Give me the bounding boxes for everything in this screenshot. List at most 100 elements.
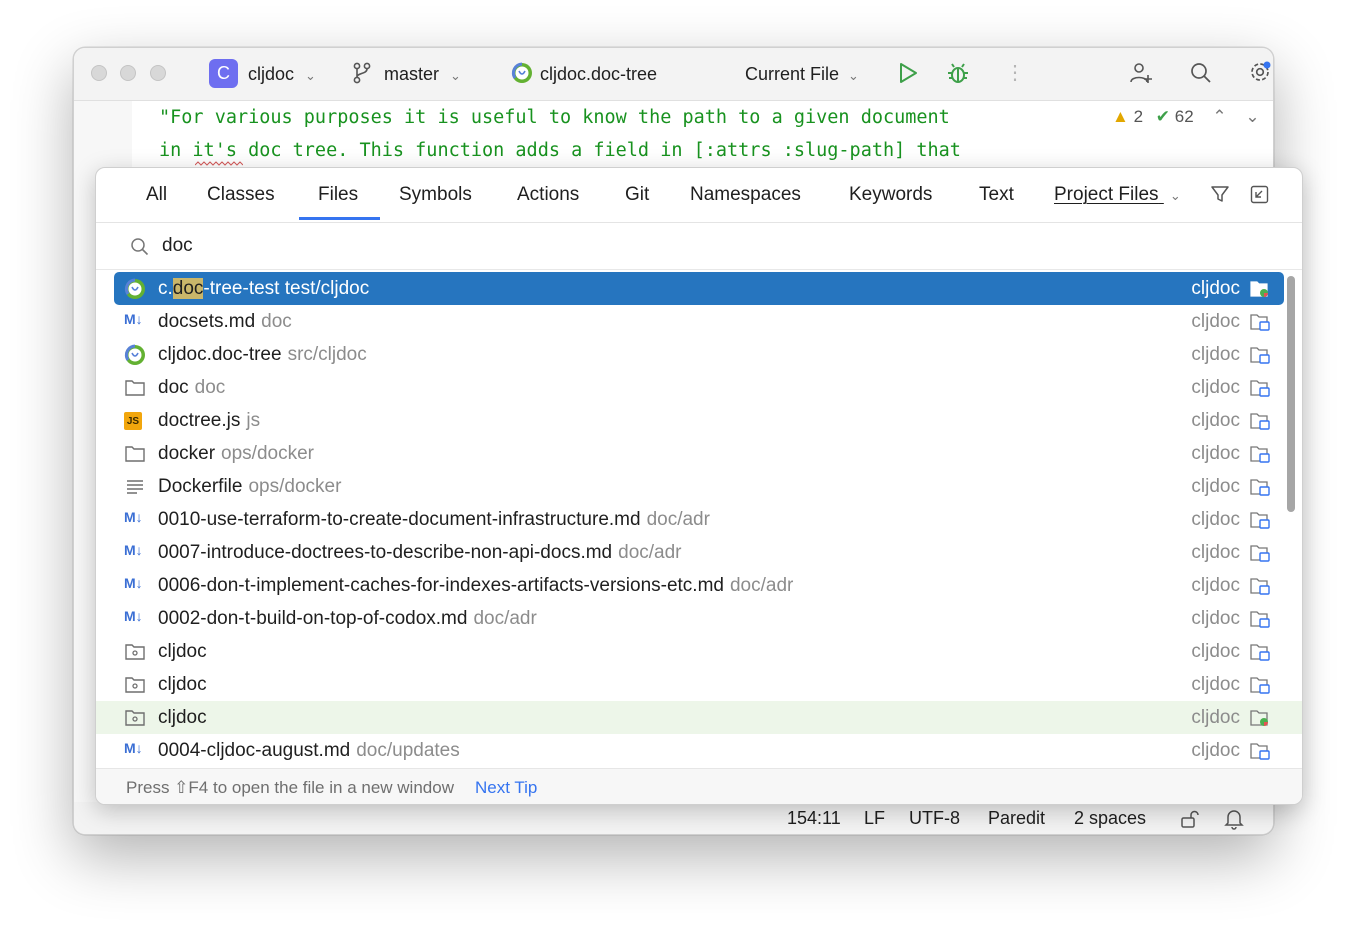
result-module: cljdoc (1191, 344, 1240, 365)
result-module: cljdoc (1191, 377, 1240, 398)
tab-all[interactable]: All (146, 184, 167, 206)
project-selector[interactable]: cljdoc ⌄ (248, 64, 316, 85)
branch-selector[interactable]: master ⌄ (384, 64, 461, 85)
open-in-tool-window-icon[interactable] (1250, 185, 1269, 204)
run-config-selector[interactable]: Current File ⌄ (745, 64, 859, 85)
module-folder-icon (1250, 413, 1270, 430)
result-name: cljdoc (158, 707, 207, 728)
markdown-icon: M↓ (124, 311, 143, 327)
result-module: cljdoc (1191, 509, 1240, 530)
result-name: doctree.js js (158, 410, 261, 431)
file-encoding[interactable]: UTF-8 (909, 808, 960, 829)
markdown-icon: M↓ (124, 509, 143, 525)
git-branch-icon (353, 62, 371, 84)
chevron-down-icon[interactable]: ⌄ (1245, 107, 1259, 126)
tab-actions[interactable]: Actions (517, 184, 579, 206)
module-test-icon (1250, 710, 1268, 726)
module-folder-icon (1250, 611, 1270, 628)
settings-icon[interactable] (1248, 60, 1272, 84)
results-scrollbar[interactable] (1287, 276, 1295, 512)
search-tabs: All Classes Files Symbols Actions Git Na… (96, 168, 1302, 223)
folder-icon (125, 380, 145, 396)
result-row[interactable]: M↓ docsets.md doc cljdoc (114, 305, 1284, 338)
result-row[interactable]: M↓ 0004-cljdoc-august.md doc/updates cljd… (114, 734, 1284, 767)
result-row[interactable]: doc doc cljdoc (114, 371, 1284, 404)
result-module: cljdoc (1191, 575, 1240, 596)
result-name: 0002-don-t-build-on-top-of-codox.md doc/a… (158, 608, 537, 629)
result-row[interactable]: cljdoc cljdoc (96, 701, 1302, 734)
clojure-icon (124, 344, 145, 365)
result-module: cljdoc (1191, 542, 1240, 563)
filter-icon[interactable] (1210, 184, 1230, 204)
result-row[interactable]: JS doctree.js js cljdoc (114, 404, 1284, 437)
status-bar: 154:11 LF UTF-8 Paredit 2 spaces (74, 802, 1273, 834)
js-icon: JS (124, 412, 142, 430)
result-module: cljdoc (1191, 674, 1240, 695)
result-row[interactable]: M↓ 0006-don-t-implement-caches-for-index… (114, 569, 1284, 602)
folder-icon (125, 446, 145, 462)
module-folder-icon (1250, 347, 1270, 364)
chevron-down-icon: ⌄ (1169, 188, 1181, 203)
tab-files[interactable]: Files (318, 184, 358, 206)
close-window-button[interactable] (91, 65, 107, 81)
notifications-icon[interactable] (1224, 808, 1244, 830)
result-row[interactable]: docker ops/docker cljdoc (114, 437, 1284, 470)
indent-setting[interactable]: 2 spaces (1074, 808, 1146, 829)
search-input[interactable]: doc (162, 235, 193, 257)
clojure-icon (124, 278, 145, 299)
chevron-up-icon[interactable]: ⌃ (1212, 107, 1226, 126)
result-name: 0010-use-terraform-to-create-document-in… (158, 509, 710, 530)
result-name: Dockerfile ops/docker (158, 476, 342, 497)
module-folder-icon (1250, 677, 1270, 694)
result-row[interactable]: M↓ 0007-introduce-doctrees-to-describe-n… (114, 536, 1284, 569)
tab-classes[interactable]: Classes (207, 184, 275, 206)
editor-mode[interactable]: Paredit (988, 808, 1045, 829)
tab-text[interactable]: Text (979, 184, 1014, 206)
minimize-window-button[interactable] (120, 65, 136, 81)
inspection-widget[interactable]: ▲ 2 ✔ 62 ⌃ ⌄ (1112, 107, 1260, 127)
result-name: cljdoc.doc-tree src/cljdoc (158, 344, 367, 365)
result-row[interactable]: cljdoc cljdoc (114, 668, 1284, 701)
module-folder-icon (1250, 446, 1270, 463)
search-field[interactable]: doc (96, 223, 1302, 270)
more-actions-icon[interactable]: ⋮ (1005, 60, 1025, 85)
tab-keywords[interactable]: Keywords (849, 184, 932, 206)
line-separator[interactable]: LF (864, 808, 885, 829)
result-module: cljdoc (1191, 740, 1240, 761)
run-icon[interactable] (898, 62, 918, 84)
result-name: 0004-cljdoc-august.md doc/updates (158, 740, 460, 761)
tab-git[interactable]: Git (625, 184, 649, 206)
footer-tip: Press ⇧F4 to open the file in a new wind… (126, 778, 454, 797)
add-user-icon[interactable] (1129, 61, 1153, 85)
current-file-tab[interactable]: cljdoc.doc-tree (540, 64, 657, 85)
result-name: doc doc (158, 377, 226, 398)
result-row[interactable]: cljdoc cljdoc (114, 635, 1284, 668)
search-icon[interactable] (1190, 62, 1212, 84)
zoom-window-button[interactable] (150, 65, 166, 81)
debug-icon[interactable] (946, 61, 970, 85)
markdown-icon: M↓ (124, 542, 143, 558)
module-folder-icon (1250, 380, 1270, 397)
result-row[interactable]: M↓ 0002-don-t-build-on-top-of-codox.md do… (114, 602, 1284, 635)
result-row[interactable]: c.doc-tree-test test/cljdoc cljdoc (114, 272, 1284, 305)
module-test-icon (1250, 281, 1268, 297)
result-row[interactable]: Dockerfile ops/docker cljdoc (114, 470, 1284, 503)
tab-namespaces[interactable]: Namespaces (690, 184, 801, 206)
result-name: 0007-introduce-doctrees-to-describe-non-… (158, 542, 682, 563)
project-badge[interactable]: C (209, 59, 238, 88)
search-icon (131, 238, 149, 256)
result-module: cljdoc (1191, 278, 1240, 299)
next-tip-link[interactable]: Next Tip (475, 778, 537, 798)
tab-symbols[interactable]: Symbols (399, 184, 472, 206)
result-name: c.doc-tree-test test/cljdoc (158, 278, 370, 299)
lock-icon[interactable] (1179, 809, 1199, 829)
module-folder-icon (1250, 479, 1270, 496)
chevron-down-icon: ⌄ (450, 68, 461, 83)
result-module: cljdoc (1191, 311, 1240, 332)
result-row[interactable]: M↓ 0010-use-terraform-to-create-document… (114, 503, 1284, 536)
code-line: in it's doc tree. This function adds a f… (159, 140, 961, 161)
scope-selector[interactable]: Project Files ⌄ (1054, 184, 1181, 206)
result-row[interactable]: cljdoc.doc-tree src/cljdoc cljdoc (114, 338, 1284, 371)
caret-position[interactable]: 154:11 (787, 808, 841, 829)
module-folder-icon (1250, 743, 1270, 760)
